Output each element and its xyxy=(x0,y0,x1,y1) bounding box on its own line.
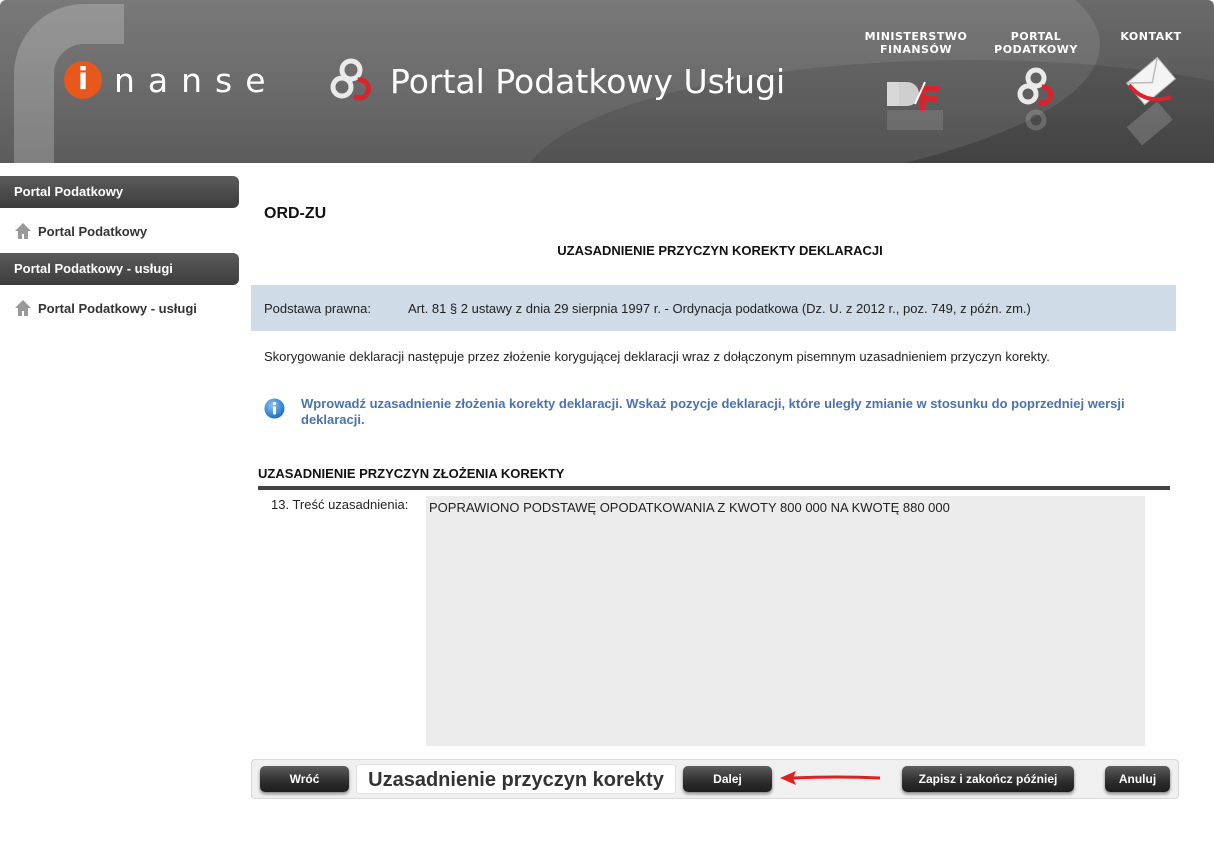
link-label-line2: PODATKOWY xyxy=(994,43,1078,56)
info-icon xyxy=(264,398,285,419)
finanse-logo[interactable]: i nanse xyxy=(64,58,279,102)
red-arrow-annotation xyxy=(780,771,881,785)
save-and-finish-later-button[interactable]: Zapisz i zakończ później xyxy=(902,766,1074,792)
sidebar-item-label: Portal Podatkowy xyxy=(38,223,148,239)
home-icon xyxy=(15,223,31,239)
legal-basis-text: Art. 81 § 2 ustawy z dnia 29 sierpnia 19… xyxy=(408,300,1031,316)
sidebar-section-portal-podatkowy-uslugi: Portal Podatkowy - usługi xyxy=(0,253,239,285)
link-portal-podatkowy[interactable]: PORTAL PODATKOWY xyxy=(981,30,1091,134)
sidebar-item-portal-podatkowy-uslugi[interactable]: Portal Podatkowy - usługi xyxy=(14,297,234,319)
form-title: UZASADNIENIE PRZYCZYN KOREKTY DEKLARACJI xyxy=(557,243,883,258)
link-label-line1: MINISTERSTWO xyxy=(864,30,968,43)
info-text: Skorygowanie deklaracji następuje przez … xyxy=(264,349,1050,364)
sidebar-section-portal-podatkowy: Portal Podatkowy xyxy=(0,176,239,208)
sidebar-item-label: Portal Podatkowy - usługi xyxy=(38,300,197,316)
form-code: ORD-ZU xyxy=(264,205,327,222)
link-label-line2: FINANSÓW xyxy=(880,43,952,56)
link-label-line1: KONTAKT xyxy=(1120,30,1182,43)
back-button[interactable]: Wróć xyxy=(260,766,349,792)
mf-logo-icon xyxy=(887,81,943,130)
finanse-logo-letter: i xyxy=(64,61,102,99)
portal-title: Portal Podatkowy Usługi xyxy=(390,62,786,101)
link-kontakt[interactable]: KONTAKT xyxy=(1096,30,1206,145)
legal-basis-box: Podstawa prawna: Art. 81 § 2 ustawy z dn… xyxy=(251,285,1176,331)
home-icon xyxy=(15,300,31,316)
page-header: i nanse Portal Podatkowy Usługi MINISTER… xyxy=(0,0,1214,163)
link-label-line1: PORTAL xyxy=(1010,30,1062,43)
hint-box: Wprowadź uzasadnienie złożenia korekty d… xyxy=(264,396,1164,428)
finanse-logo-text: nanse xyxy=(114,60,279,100)
bottom-toolbar: Wróć Uzasadnienie przyczyn korekty Dalej… xyxy=(251,759,1179,799)
justification-label: 13. Treść uzasadnienia: xyxy=(271,497,409,512)
legal-basis-label: Podstawa prawna: xyxy=(264,300,371,316)
step-title: Uzasadnienie przyczyn korekty xyxy=(356,764,676,794)
hint-text: Wprowadź uzasadnienie złożenia korekty d… xyxy=(301,396,1125,427)
portal-podatkowy-logo-icon xyxy=(330,58,371,101)
justification-textarea[interactable]: POPRAWIONO PODSTAWĘ OPODATKOWANIA Z KWOT… xyxy=(426,496,1145,746)
portal-podatkowy-icon xyxy=(1017,67,1054,131)
cancel-button[interactable]: Anuluj xyxy=(1105,766,1170,792)
next-button[interactable]: Dalej xyxy=(683,766,772,792)
envelope-icon xyxy=(1125,56,1177,145)
section-title: UZASADNIENIE PRZYCZYN ZŁOŻENIA KOREKTY xyxy=(258,466,1170,490)
link-ministerstwo-finansow[interactable]: MINISTERSTWO FINANSÓW xyxy=(861,30,971,134)
sidebar-item-portal-podatkowy[interactable]: Portal Podatkowy xyxy=(14,220,234,242)
